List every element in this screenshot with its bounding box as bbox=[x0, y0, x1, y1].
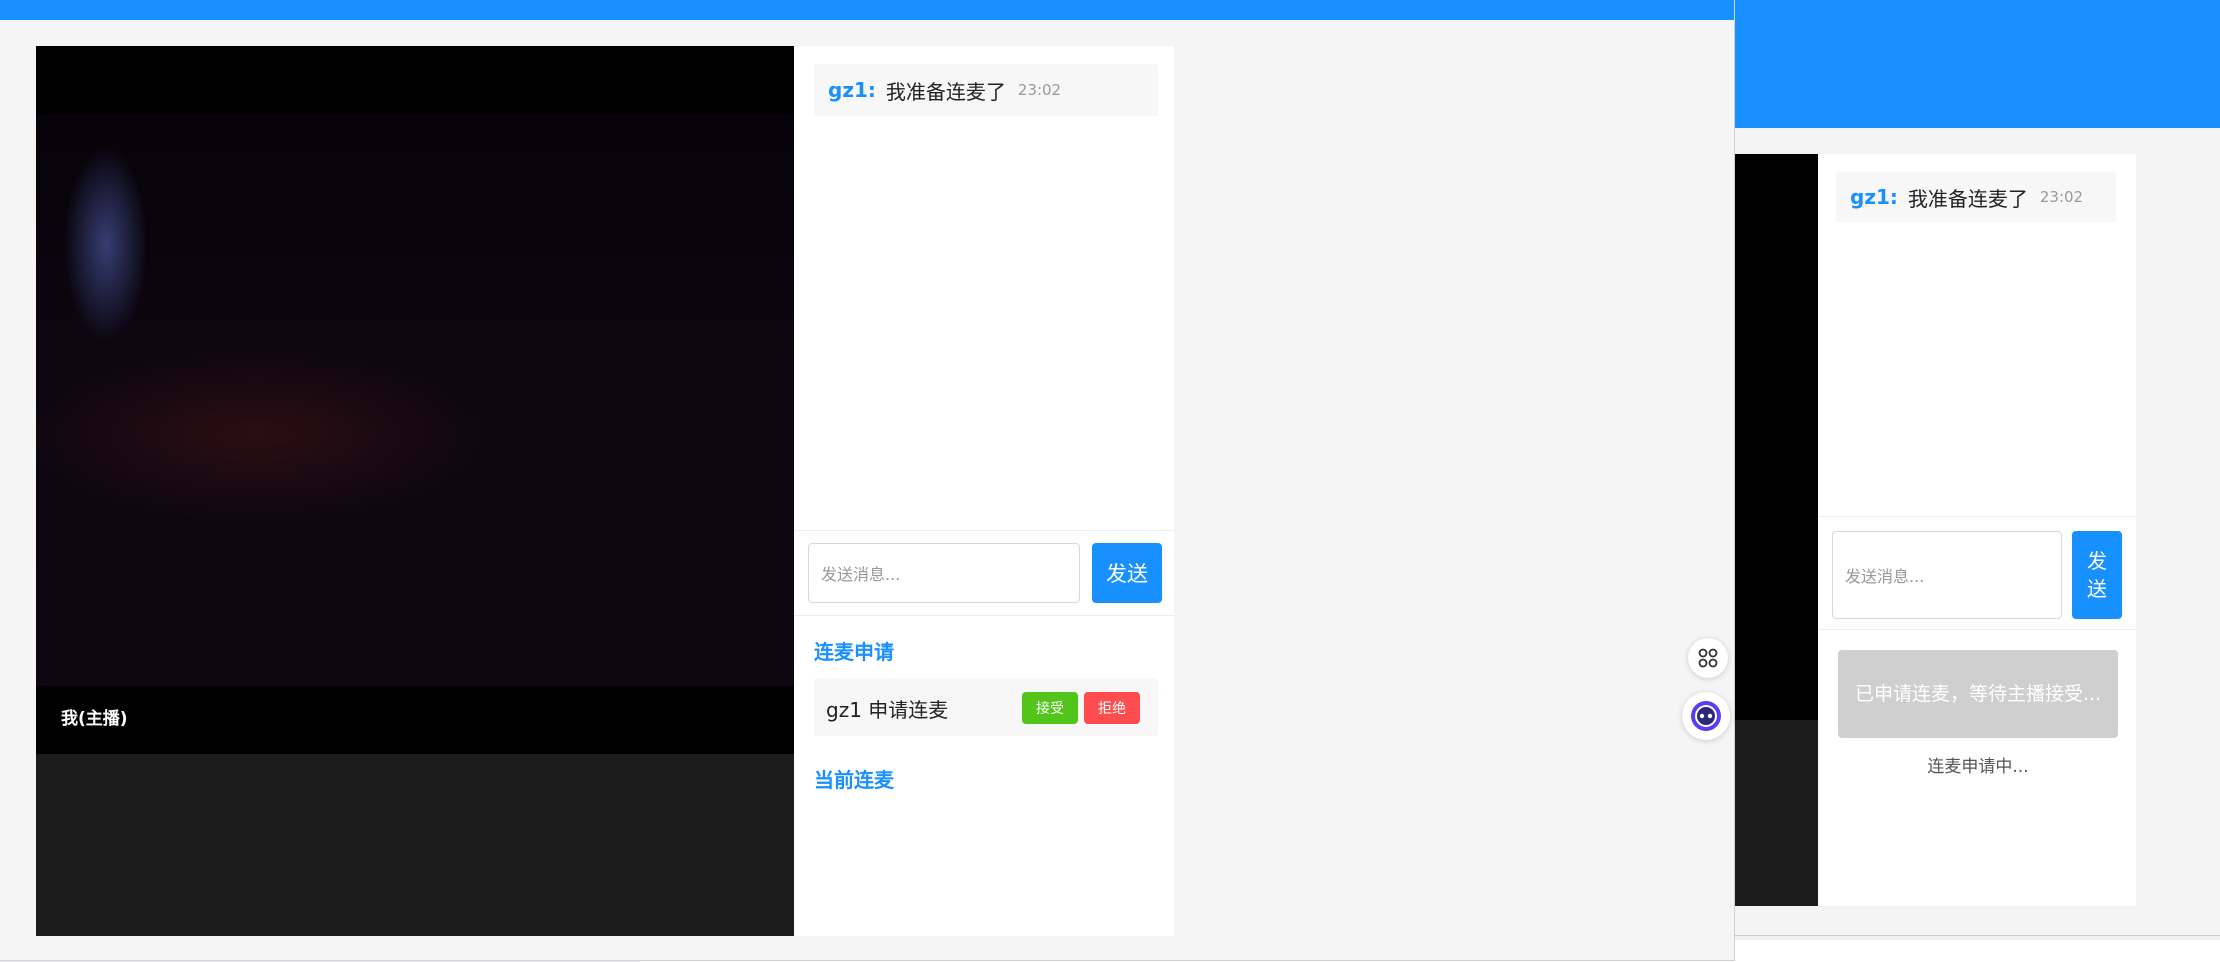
host-camera-feed bbox=[36, 114, 794, 686]
chat-message: gz1: 我准备连麦了 23:02 bbox=[1836, 172, 2116, 222]
host-send-button[interactable]: 发送 bbox=[1092, 543, 1162, 603]
chat-message-text: 我准备连麦了 bbox=[885, 79, 1006, 104]
host-side-panel: gz1: 我准备连麦了 23:02 发送消息... 发送 连麦申请 gz1 申请… bbox=[794, 46, 1174, 936]
viewer-chat-panel: gz1: 我准备连麦了 23:02 发送消息... 发送 已申请连麦，等待主播接… bbox=[1818, 154, 2136, 906]
video-letterbox-top bbox=[36, 46, 794, 114]
viewer-chat-input[interactable]: 发送消息... bbox=[1832, 531, 2062, 619]
chat-message-user: gz1: bbox=[828, 78, 876, 102]
chat-message-time: 23:02 bbox=[2039, 188, 2084, 206]
host-chat-input-bar: 发送消息... 发送 bbox=[794, 530, 1174, 616]
host-chat-input[interactable]: 发送消息... bbox=[808, 543, 1080, 603]
apply-status-text: 连麦申请中... bbox=[1927, 757, 2029, 777]
viewer-chat-input-bar: 发送消息... 发送 bbox=[1818, 516, 2136, 630]
mic-requests-title: 连麦申请 bbox=[814, 640, 894, 664]
accept-button[interactable]: 接受 bbox=[1022, 692, 1078, 724]
current-mic-title: 当前连麦 bbox=[814, 768, 894, 792]
host-video-label: 我(主播) bbox=[61, 709, 128, 729]
chat-message-user: gz1: bbox=[1850, 185, 1898, 209]
video-letterbox-bottom bbox=[36, 686, 794, 754]
host-header-bar bbox=[0, 0, 1734, 20]
mic-request-text: gz1 申请连麦 bbox=[826, 698, 949, 722]
host-video-stage: 我(主播) bbox=[36, 46, 794, 936]
viewer-send-button[interactable]: 发送 bbox=[2072, 531, 2122, 619]
assistant-icon[interactable] bbox=[1682, 692, 1730, 740]
mic-request-item: gz1 申请连麦 接受 拒绝 bbox=[814, 678, 1158, 736]
chat-message-time: 23:02 bbox=[1017, 81, 1062, 99]
chat-message-text: 我准备连麦了 bbox=[1907, 186, 2028, 211]
chat-message: gz1: 我准备连麦了 23:02 bbox=[814, 64, 1158, 116]
host-window: 我(主播) gz1: 我准备连麦了 23:02 发送消息... 发送 连麦申请 … bbox=[0, 0, 1734, 960]
reject-button[interactable]: 拒绝 bbox=[1084, 692, 1140, 724]
apply-mic-button[interactable]: 已申请连麦，等待主播接受... bbox=[1838, 650, 2118, 738]
grid-icon[interactable] bbox=[1688, 638, 1728, 678]
